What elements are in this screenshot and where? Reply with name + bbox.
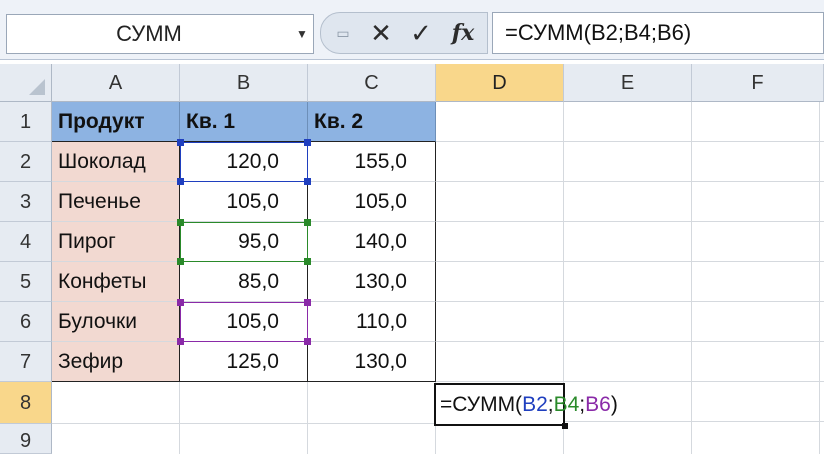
row-header-3[interactable]: 3 xyxy=(0,182,52,222)
active-cell-formula[interactable]: =СУММ(B2;B4;B6) xyxy=(440,385,618,424)
cell-a5[interactable]: Конфеты xyxy=(52,262,180,302)
grip-icon[interactable]: ▭ xyxy=(331,13,355,53)
cell-b7[interactable]: 125,0 xyxy=(180,342,308,382)
formula-function: =СУММ( xyxy=(440,393,523,416)
empty-cells-bottom[interactable] xyxy=(52,382,436,454)
select-all-button[interactable] xyxy=(0,64,52,102)
select-all-icon xyxy=(29,79,45,95)
cell-b5[interactable]: 85,0 xyxy=(180,262,308,302)
cell-a1[interactable]: Продукт xyxy=(52,102,180,142)
resize-handle[interactable] xyxy=(177,219,184,226)
column-header-e[interactable]: E xyxy=(564,64,692,102)
active-cell-d8[interactable]: =СУММ(B2;B4;B6) xyxy=(434,383,618,429)
resize-handle[interactable] xyxy=(304,299,311,306)
column-header-c[interactable]: C xyxy=(308,64,436,102)
reference-box-b6 xyxy=(177,299,311,345)
column-header-f[interactable]: F xyxy=(692,64,824,102)
fill-handle[interactable] xyxy=(562,423,568,429)
formula-ref-b2: B2 xyxy=(522,393,548,416)
resize-handle[interactable] xyxy=(177,299,184,306)
resize-handle[interactable] xyxy=(304,338,311,345)
resize-handle[interactable] xyxy=(304,178,311,185)
column-header-a[interactable]: A xyxy=(52,64,180,102)
resize-handle[interactable] xyxy=(177,139,184,146)
row-header-7[interactable]: 7 xyxy=(0,342,52,382)
spreadsheet-grid: A B C D E F 1 2 3 4 5 6 7 8 9 Продукт Кв… xyxy=(0,64,824,454)
cell-a4[interactable]: Пирог xyxy=(52,222,180,262)
resize-handle[interactable] xyxy=(177,258,184,265)
formula-buttons: ▭ ✕ ✓ fx xyxy=(320,12,488,54)
resize-handle[interactable] xyxy=(304,139,311,146)
cell-c3[interactable]: 105,0 xyxy=(308,182,436,222)
name-box[interactable]: СУММ ▼ xyxy=(6,14,314,54)
enter-icon[interactable]: ✓ xyxy=(403,13,439,53)
insert-function-icon[interactable]: fx xyxy=(443,13,483,53)
cell-c7[interactable]: 130,0 xyxy=(308,342,436,382)
cell-a7[interactable]: Зефир xyxy=(52,342,180,382)
row-header-6[interactable]: 6 xyxy=(0,302,52,342)
formula-ref-b6: B6 xyxy=(585,393,611,416)
cell-c6[interactable]: 110,0 xyxy=(308,302,436,342)
column-header-b[interactable]: B xyxy=(180,64,308,102)
row-header-5[interactable]: 5 xyxy=(0,262,52,302)
row-header-4[interactable]: 4 xyxy=(0,222,52,262)
row-header-2[interactable]: 2 xyxy=(0,142,52,182)
formula-ref-b4: B4 xyxy=(553,393,580,416)
row-header-8[interactable]: 8 xyxy=(0,382,52,424)
cell-c1[interactable]: Кв. 2 xyxy=(308,102,436,142)
resize-handle[interactable] xyxy=(304,219,311,226)
cell-a2[interactable]: Шоколад xyxy=(52,142,180,182)
cell-c2[interactable]: 155,0 xyxy=(308,142,436,182)
name-box-value[interactable]: СУММ xyxy=(7,15,291,53)
dropdown-arrow-icon[interactable]: ▼ xyxy=(291,15,313,53)
formula-bar: СУММ ▼ ▭ ✕ ✓ fx =СУММ(B2;B4;B6) xyxy=(0,0,824,60)
cell-b3[interactable]: 105,0 xyxy=(180,182,308,222)
column-header-d[interactable]: D xyxy=(436,64,564,102)
formula-close-paren: ) xyxy=(610,393,618,416)
formula-input[interactable]: =СУММ(B2;B4;B6) xyxy=(492,12,824,54)
cell-c5[interactable]: 130,0 xyxy=(308,262,436,302)
row-header-1[interactable]: 1 xyxy=(0,102,52,142)
row-header-9[interactable]: 9 xyxy=(0,424,52,454)
resize-handle[interactable] xyxy=(304,258,311,265)
cell-a6[interactable]: Булочки xyxy=(52,302,180,342)
cell-c4[interactable]: 140,0 xyxy=(308,222,436,262)
reference-box-b4 xyxy=(177,219,311,265)
resize-handle[interactable] xyxy=(177,338,184,345)
reference-box-b2 xyxy=(177,139,311,185)
formula-text[interactable]: =СУММ(B2;B4;B6) xyxy=(505,13,691,53)
cell-a3[interactable]: Печенье xyxy=(52,182,180,222)
resize-handle[interactable] xyxy=(177,178,184,185)
cell-b1[interactable]: Кв. 1 xyxy=(180,102,308,142)
cancel-icon[interactable]: ✕ xyxy=(363,13,399,53)
